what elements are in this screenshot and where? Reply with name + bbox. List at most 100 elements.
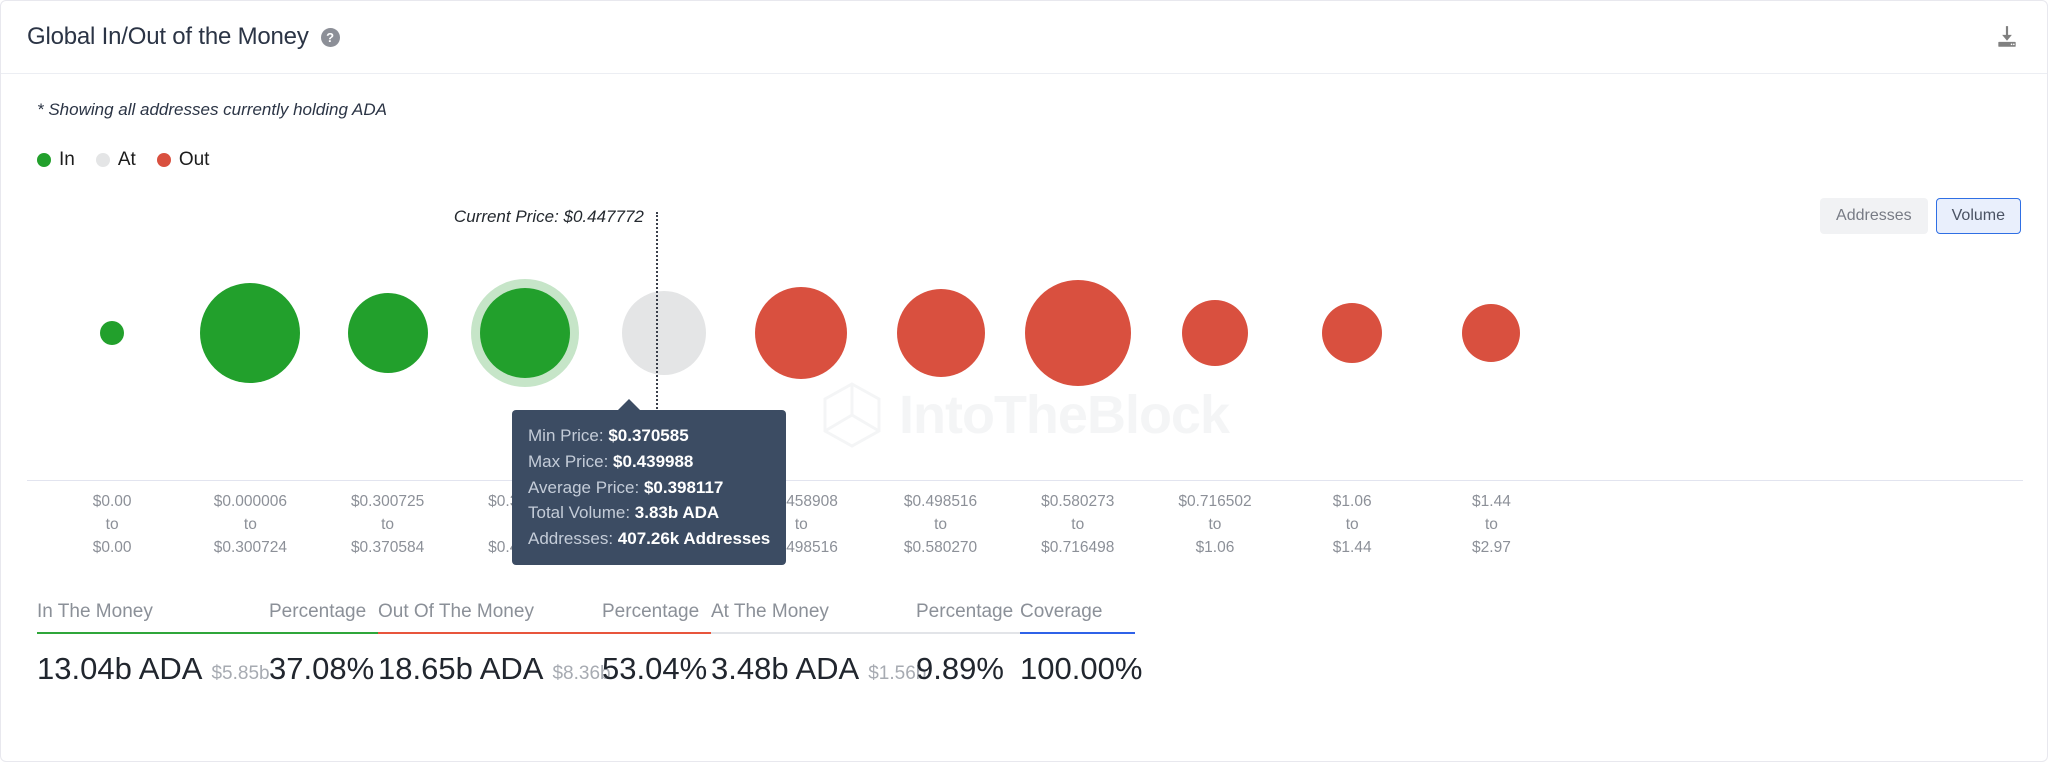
axis-tick-sep: to <box>1484 515 1498 533</box>
tooltip-value: 3.83b ADA <box>634 503 720 523</box>
bubble-out-9[interactable] <box>1322 303 1383 363</box>
legend-label: At <box>117 149 136 170</box>
tooltip-key: Max Price: <box>528 451 609 471</box>
axis-tick-top: $0.580273 <box>1041 493 1115 510</box>
stat-value-main: 37.08% <box>269 651 375 686</box>
axis-tick-bottom: $0.580270 <box>903 538 978 556</box>
card-header: Global In/Out of the Money ? <box>1 1 2047 74</box>
stat-value: 13.04b ADA $5.85b <box>37 651 270 687</box>
legend-item-out[interactable]: Out <box>156 149 210 171</box>
stat-value-main: 100.00% <box>1020 651 1143 686</box>
legend-label: Out <box>178 149 210 170</box>
tooltip-value: $0.398117 <box>643 477 724 497</box>
stat-percentage-5: Percentage 9.89% <box>916 601 1020 687</box>
stat-percentage-1: Percentage 37.08% <box>269 601 378 687</box>
bubble-in-2[interactable] <box>347 293 428 373</box>
axis-tick-10: $1.44 to $2.97 <box>1472 491 1511 560</box>
legend-dot-icon <box>95 153 110 167</box>
current-price-label: Current Price: $0.447772 <box>453 207 644 226</box>
stat-at-the-money-4: At The Money 3.48b ADA $1.56b <box>711 601 926 687</box>
axis-tick-sep: to <box>1345 515 1359 533</box>
stat-value-main: 9.89% <box>916 651 1004 686</box>
tooltip-row: Total Volume: 3.83b ADA <box>528 500 770 526</box>
legend-item-at[interactable]: At <box>95 149 136 171</box>
stat-value-sub: $5.85b <box>211 663 270 684</box>
page-title: Global In/Out of the Money <box>27 23 309 50</box>
bubble-in-3[interactable] <box>479 288 570 378</box>
axis-tick-top: $1.44 <box>1472 493 1511 510</box>
question-mark-icon[interactable]: ? <box>320 27 340 47</box>
axis-tick-9: $1.06 to $1.44 <box>1333 491 1372 560</box>
tooltip-row: Addresses: 407.26k Addresses <box>528 526 770 552</box>
stat-percentage-3: Percentage 53.04% <box>602 601 711 687</box>
legend-label: In <box>59 149 75 170</box>
stat-value: 9.89% <box>916 651 1020 687</box>
axis-tick-7: $0.580273 to $0.716498 <box>1041 491 1114 560</box>
stat-rule <box>37 632 269 634</box>
stat-label: Percentage <box>269 601 367 622</box>
stat-rule <box>378 632 602 634</box>
legend-item-in[interactable]: In <box>37 149 75 171</box>
download-icon[interactable] <box>1993 23 2021 51</box>
bubble-out-6[interactable] <box>896 289 985 377</box>
bubble-tooltip: Min Price: $0.370585 Max Price: $0.439988… <box>512 399 787 566</box>
tooltip-value: $0.439988 <box>613 451 694 471</box>
legend-dot-icon <box>37 153 51 167</box>
tab-addresses[interactable]: Addresses <box>1820 198 1928 234</box>
axis-tick-bottom: $0.300724 <box>213 538 288 556</box>
tooltip-key: Total Volume: <box>528 503 631 523</box>
tooltip-key: Average Price: <box>528 477 640 497</box>
chart-note: * Showing all addresses currently holdin… <box>37 100 387 119</box>
axis-tick-0: $0.00 to $0.00 <box>93 491 132 560</box>
bubble-in-1[interactable] <box>200 283 301 383</box>
axis-tick-top: $1.06 <box>1332 493 1372 510</box>
stat-value-main: 53.04% <box>602 651 708 686</box>
legend-dot-icon <box>156 153 171 167</box>
stat-label: At The Money <box>711 601 829 622</box>
axis-tick-top: $0.716502 <box>1178 493 1252 510</box>
axis-tick-top: $0.000006 <box>213 493 288 510</box>
axis-tick-sep: to <box>934 515 948 533</box>
axis-tick-1: $0.000006 to $0.300724 <box>214 491 287 560</box>
bubble-chart: IntoTheBlock Current Price: $0.447772 <box>1 207 2048 481</box>
chart-legend: In At Out <box>37 149 209 171</box>
global-in-out-of-the-money-card: Global In/Out of the Money ? * Showing a… <box>0 0 2048 762</box>
axis-tick-sep: to <box>381 515 395 533</box>
intotheblock-watermark: IntoTheBlock <box>821 381 1230 449</box>
tab-volume[interactable]: Volume <box>1935 198 2021 234</box>
bubble-out-7[interactable] <box>1024 280 1131 386</box>
x-axis-line <box>27 480 2023 481</box>
stat-out-of-the-money-2: Out Of The Money 18.65b ADA $8.36b <box>378 601 611 687</box>
axis-tick-bottom: $0.00 <box>92 538 132 556</box>
stat-value: 3.48b ADA $1.56b <box>711 651 926 687</box>
axis-tick-top: $0.00 <box>92 493 132 510</box>
stat-label: Coverage <box>1020 601 1103 622</box>
axis-tick-6: $0.498516 to $0.580270 <box>904 491 977 560</box>
tooltip-row: Max Price: $0.439988 <box>528 449 770 475</box>
bubble-out-8[interactable] <box>1181 300 1248 366</box>
axis-tick-top: $0.498516 <box>903 493 978 510</box>
axis-tick-bottom: $0.370584 <box>350 538 425 556</box>
tooltip-key: Addresses: <box>528 529 614 549</box>
stat-value: 53.04% <box>602 651 711 687</box>
stat-rule <box>916 632 1020 634</box>
axis-tick-top: $0.300725 <box>350 493 425 510</box>
axis-tick-8: $0.716502 to $1.06 <box>1178 491 1251 560</box>
bubble-out-10[interactable] <box>1462 304 1521 362</box>
bubble-in-0[interactable] <box>100 321 125 345</box>
stat-label: Percentage <box>602 601 700 622</box>
axis-tick-2: $0.300725 to $0.370584 <box>351 491 424 560</box>
stat-label: Percentage <box>916 601 1014 622</box>
stat-in-the-money-0: In The Money 13.04b ADA $5.85b <box>37 601 270 687</box>
bubble-at-4[interactable] <box>622 291 707 375</box>
stat-rule <box>269 632 378 634</box>
stat-label: In The Money <box>37 601 153 622</box>
stat-value-main: 18.65b ADA <box>378 651 544 686</box>
stat-value-main: 3.48b ADA <box>711 651 860 686</box>
axis-tick-bottom: $1.06 <box>1195 538 1235 556</box>
x-axis-labels: $0.00 to $0.00 $0.000006 to $0.300724 $0.30072… <box>1 491 2048 556</box>
tooltip-row: Min Price: $0.370585 <box>528 423 770 449</box>
bubble-out-5[interactable] <box>755 287 848 379</box>
tooltip-row: Average Price: $0.398117 <box>528 475 770 501</box>
stat-rule <box>711 632 916 634</box>
